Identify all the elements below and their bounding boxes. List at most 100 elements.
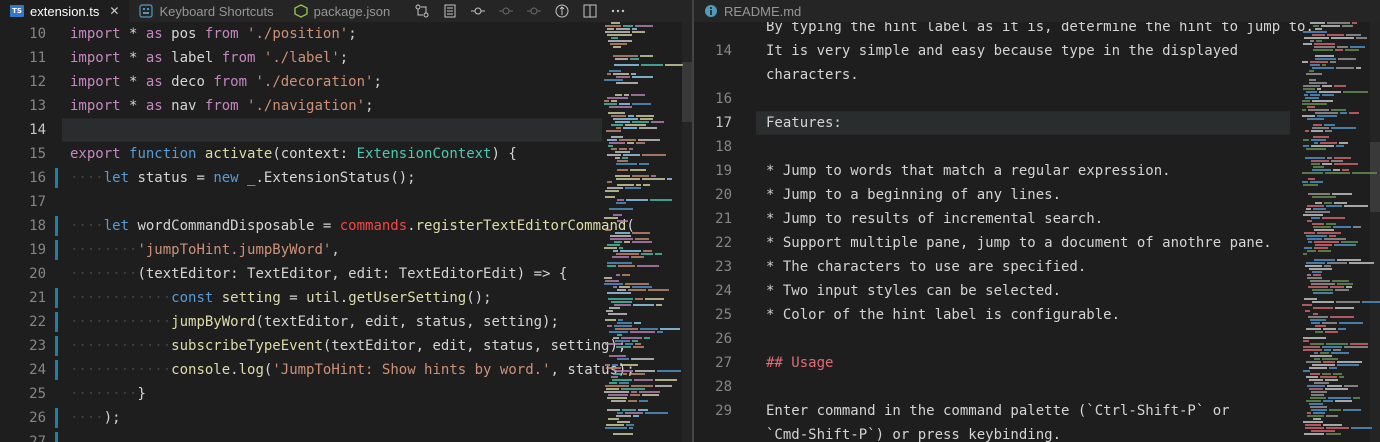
line-number[interactable]: 28	[694, 375, 748, 399]
code-line[interactable]: Enter command in the command palette (`C…	[766, 399, 1314, 423]
line-number[interactable]: 26	[0, 406, 62, 430]
code-line[interactable]	[70, 190, 635, 214]
code-line[interactable]: ············jumpByWord(textEditor, edit,…	[70, 310, 635, 334]
scrollbar-thumb[interactable]	[1370, 142, 1380, 212]
tab-package-json[interactable]: package.json	[284, 0, 401, 22]
scrollbar-thumb[interactable]	[682, 62, 692, 122]
code-line[interactable]: * Jump to words that match a regular exp…	[766, 159, 1314, 183]
go-forward-dot-icon[interactable]	[492, 0, 520, 22]
go-back-icon[interactable]	[464, 0, 492, 22]
code-lines[interactable]: import * as pos from './position'; import…	[70, 22, 635, 442]
open-preview-icon[interactable]	[436, 0, 464, 22]
modified-line-marker[interactable]	[55, 216, 58, 236]
line-number[interactable]: 25	[0, 382, 62, 406]
code-line[interactable]	[766, 87, 1314, 111]
vertical-scrollbar[interactable]	[1370, 22, 1380, 442]
line-number[interactable]	[694, 423, 748, 442]
line-number[interactable]: 29	[694, 399, 748, 423]
line-number[interactable]: 21	[694, 207, 748, 231]
minimap[interactable]	[1302, 22, 1380, 442]
line-number[interactable]: 20	[694, 183, 748, 207]
line-number[interactable]: 23	[694, 255, 748, 279]
modified-line-marker[interactable]	[55, 240, 58, 260]
code-line[interactable]: * Two input styles can be selected.	[766, 279, 1314, 303]
modified-line-marker[interactable]	[55, 312, 58, 332]
code-line[interactable]: * Color of the hint label is configurabl…	[766, 303, 1314, 327]
line-number[interactable]: 23	[0, 334, 62, 358]
line-number[interactable]: 27	[0, 430, 62, 442]
code-line[interactable]: It is very simple and easy because type …	[766, 39, 1314, 63]
code-line[interactable]: ········(textEditor: TextEditor, edit: T…	[70, 262, 635, 286]
modified-line-marker[interactable]	[55, 288, 58, 308]
line-number[interactable]: 10	[0, 22, 62, 46]
git-compare-icon[interactable]	[408, 0, 436, 22]
modified-line-marker[interactable]	[55, 360, 58, 380]
tab-extension-ts[interactable]: TS extension.ts ✕	[0, 0, 130, 22]
code-line[interactable]: * Jump to results of incremental search.	[766, 207, 1314, 231]
line-number[interactable]: 19	[0, 238, 62, 262]
code-line[interactable]: * Jump to a beginning of any lines.	[766, 183, 1314, 207]
code-line[interactable]: import * as pos from './position';	[70, 22, 635, 46]
line-number[interactable]: 16	[0, 166, 62, 190]
code-line[interactable]: ····let status = new _.ExtensionStatus()…	[70, 166, 635, 190]
code-line[interactable]: ····let wordCommandDisposable = commands…	[70, 214, 635, 238]
close-icon[interactable]: ✕	[109, 4, 119, 18]
line-number[interactable]: 25	[694, 303, 748, 327]
code-line[interactable]: ············subscribeTypeEvent(textEdito…	[70, 334, 635, 358]
code-line[interactable]	[70, 118, 635, 142]
code-line[interactable]	[766, 375, 1314, 399]
line-number[interactable]: 15	[0, 142, 62, 166]
code-line[interactable]: Features:	[766, 111, 1314, 135]
line-number[interactable]: 14	[694, 39, 748, 63]
modified-line-marker[interactable]	[55, 336, 58, 356]
code-line[interactable]: export function activate(context: Extens…	[70, 142, 635, 166]
git-lens-icon[interactable]	[548, 0, 576, 22]
more-actions-icon[interactable]	[604, 0, 632, 22]
line-number[interactable]: 17	[694, 111, 748, 135]
line-number[interactable]: 24	[694, 279, 748, 303]
code-line[interactable]: import * as deco from './decoration';	[70, 70, 635, 94]
code-line[interactable]: ········'jumpToHint.jumpByWord',	[70, 238, 635, 262]
line-number[interactable]: 20	[0, 262, 62, 286]
code-line[interactable]: import * as nav from './navigation';	[70, 94, 635, 118]
line-number[interactable]: 17	[0, 190, 62, 214]
code-line[interactable]: `Cmd-Shift-P`) or press keybinding.	[766, 423, 1314, 442]
line-number[interactable]: 21	[0, 286, 62, 310]
modified-line-marker[interactable]	[55, 432, 58, 442]
code-line[interactable]: ············console.log('JumpToHint: Sho…	[70, 358, 635, 382]
code-line[interactable]: ········}	[70, 382, 635, 406]
editor-pane-readme[interactable]: 14 16 17 18 19 20 21 22 23 24 25 26 27 28 29 By typing…	[694, 22, 1380, 442]
go-forward-icon[interactable]	[520, 0, 548, 22]
code-line[interactable]	[766, 327, 1314, 351]
tab-readme-md[interactable]: README.md	[694, 0, 811, 22]
line-number[interactable]: 18	[694, 135, 748, 159]
tab-keyboard-shortcuts[interactable]: Keyboard Shortcuts	[129, 0, 283, 22]
vertical-scrollbar[interactable]	[682, 22, 692, 442]
line-number[interactable]: 26	[694, 327, 748, 351]
line-number[interactable]: 27	[694, 351, 748, 375]
code-line[interactable]: characters.	[766, 63, 1314, 87]
line-number-gutter[interactable]: 10 11 12 13 14 15 16 17 18 19 20 21 22 23 24 25 26 27	[0, 22, 62, 442]
line-number[interactable]: 16	[694, 87, 748, 111]
line-number[interactable]: 24	[0, 358, 62, 382]
line-number[interactable]: 18	[0, 214, 62, 238]
line-number[interactable]	[694, 22, 748, 39]
line-number[interactable]: 22	[0, 310, 62, 334]
minimap[interactable]	[604, 22, 688, 442]
modified-line-marker[interactable]	[55, 168, 58, 188]
line-number[interactable]: 14	[0, 118, 62, 142]
line-number[interactable]: 13	[0, 94, 62, 118]
line-number[interactable]: 11	[0, 46, 62, 70]
code-line[interactable]: ····);	[70, 406, 635, 430]
code-line[interactable]: ············const setting = util.getUser…	[70, 286, 635, 310]
line-number-gutter[interactable]: 14 16 17 18 19 20 21 22 23 24 25 26 27 28 29	[694, 22, 748, 442]
line-number[interactable]	[694, 63, 748, 87]
modified-line-marker[interactable]	[55, 408, 58, 428]
editor-pane-extension-ts[interactable]: 10 11 12 13 14 15 16 17 18 19 20 21 22 23 24 25 26 27 imp…	[0, 22, 692, 442]
code-line[interactable]: * Support multiple pane, jump to a docum…	[766, 231, 1314, 255]
code-line[interactable]: By typing the hint label as it is, deter…	[766, 22, 1314, 39]
code-line[interactable]: ## Usage	[766, 351, 1314, 375]
line-number[interactable]: 19	[694, 159, 748, 183]
markdown-lines[interactable]: By typing the hint label as it is, deter…	[766, 22, 1314, 442]
line-number[interactable]: 12	[0, 70, 62, 94]
